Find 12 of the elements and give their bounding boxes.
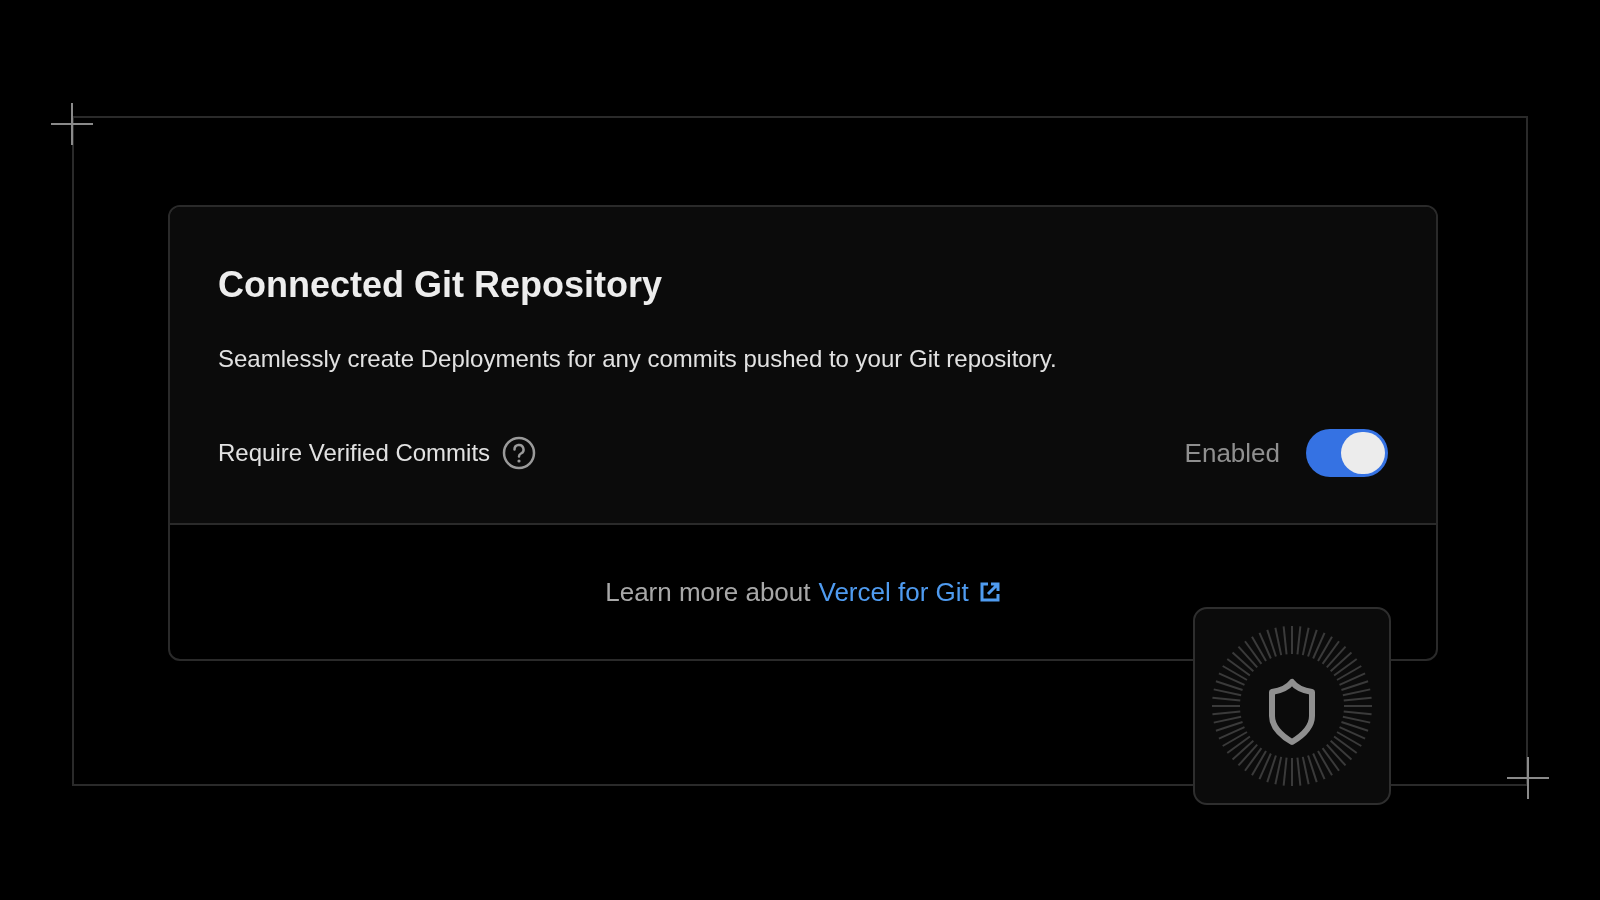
toggle-switch[interactable] bbox=[1306, 429, 1388, 477]
external-link-icon bbox=[978, 581, 1001, 603]
status-label: Enabled bbox=[1184, 436, 1280, 470]
help-icon[interactable] bbox=[502, 436, 537, 470]
crosshair-icon bbox=[51, 103, 93, 145]
footer-text: Learn more about bbox=[605, 575, 811, 609]
setting-label: Require Verified Commits bbox=[218, 438, 491, 468]
card-title: Connected Git Repository bbox=[218, 263, 664, 307]
crosshair-icon bbox=[1507, 757, 1549, 799]
card-description: Seamlessly create Deployments for any commits pushed to your Git repository. bbox=[218, 344, 1058, 374]
vercel-for-git-link[interactable]: Vercel for Git bbox=[818, 572, 1001, 612]
shield-icon bbox=[1212, 626, 1372, 786]
